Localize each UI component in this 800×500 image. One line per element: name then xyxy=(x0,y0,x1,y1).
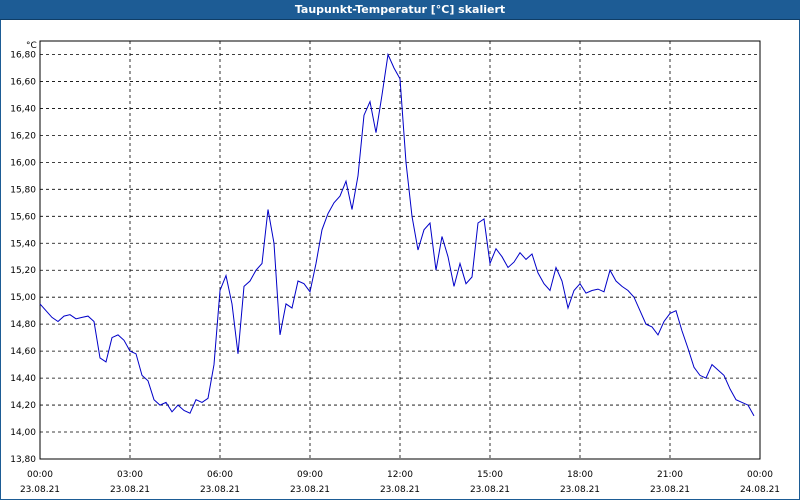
x-tick-time-label: 15:00 xyxy=(477,470,503,480)
x-tick-date-label: 23.08.21 xyxy=(290,485,330,495)
x-tick-date-label: 23.08.21 xyxy=(20,485,60,495)
y-tick-label: 15,80 xyxy=(10,185,36,195)
x-tick-time-label: 00:00 xyxy=(747,470,773,480)
grid-lines xyxy=(39,41,761,460)
x-tick-date-label: 23.08.21 xyxy=(380,485,420,495)
x-tick-date-label: 23.08.21 xyxy=(200,485,240,495)
y-tick-label: 16,80 xyxy=(10,50,36,60)
x-tick-date-label: 23.08.21 xyxy=(470,485,510,495)
x-tick-time-label: 18:00 xyxy=(567,470,593,480)
x-tick-date-label: 24.08.21 xyxy=(740,485,780,495)
x-tick-time-label: 06:00 xyxy=(207,470,233,480)
x-tick-date-label: 23.08.21 xyxy=(650,485,690,495)
y-tick-label: 15,60 xyxy=(10,212,36,222)
x-tick-time-label: 09:00 xyxy=(297,470,323,480)
y-tick-label: 14,80 xyxy=(10,320,36,330)
x-tick-time-label: 12:00 xyxy=(387,470,413,480)
y-tick-label: 16,60 xyxy=(10,77,36,87)
y-tick-label: 14,40 xyxy=(10,374,36,384)
y-tick-label: 13,80 xyxy=(10,455,36,465)
y-tick-label: 16,00 xyxy=(10,158,36,168)
y-tick-label: 14,00 xyxy=(10,428,36,438)
y-tick-label: 15,40 xyxy=(10,239,36,249)
y-tick-label: 14,60 xyxy=(10,347,36,357)
x-tick-time-label: 21:00 xyxy=(657,470,683,480)
y-axis-unit: °C xyxy=(26,41,37,51)
x-tick-date-label: 23.08.21 xyxy=(110,485,150,495)
y-tick-label: 15,20 xyxy=(10,266,36,276)
x-tick-date-label: 23.08.21 xyxy=(560,485,600,495)
x-tick-time-label: 00:00 xyxy=(27,470,53,480)
y-tick-label: 16,40 xyxy=(10,104,36,114)
x-tick-time-label: 03:00 xyxy=(117,470,143,480)
x-axis-tick-labels: 00:00 23.08.21 03:00 23.08.21 06:00 23.08.21 0… xyxy=(20,470,780,495)
y-tick-label: 15,00 xyxy=(10,293,36,303)
y-tick-label: 14,20 xyxy=(10,401,36,411)
y-axis-tick-labels: 13,80 14,00 14,20 14,40 14,60 14,80 15,00 15,20… xyxy=(10,50,36,465)
line-chart: 13,80 14,00 14,20 14,40 14,60 14,80 15,00 15,20… xyxy=(10,40,780,495)
y-tick-label: 16,20 xyxy=(10,131,36,141)
